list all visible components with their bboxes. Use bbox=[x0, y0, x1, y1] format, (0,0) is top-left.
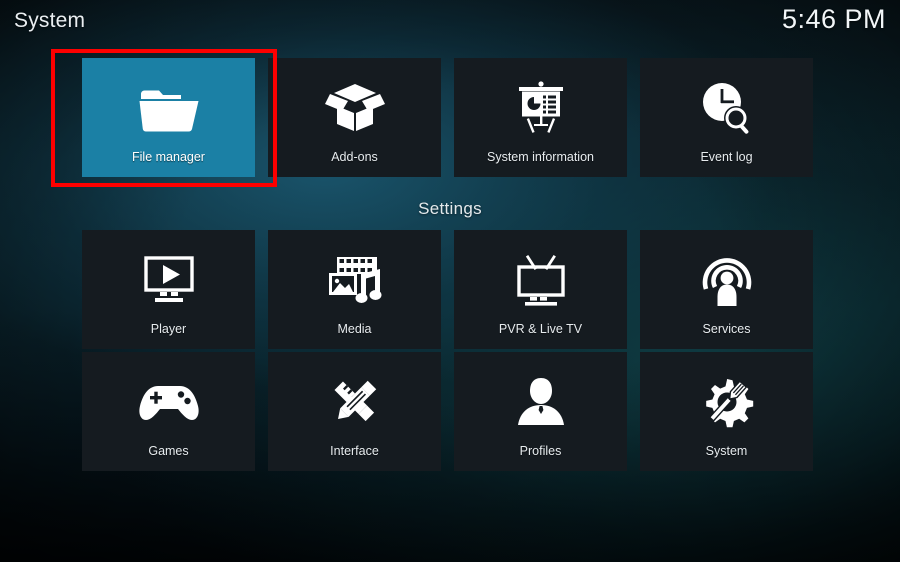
tile-interface[interactable]: Interface bbox=[268, 352, 441, 471]
person-bust-icon bbox=[454, 352, 627, 445]
settings-heading: Settings bbox=[418, 199, 482, 218]
tile-games[interactable]: Games bbox=[82, 352, 255, 471]
tile-label: Media bbox=[337, 322, 372, 337]
pencil-ruler-icon bbox=[268, 352, 441, 445]
broadcast-person-icon bbox=[640, 230, 813, 323]
tile-label: File manager bbox=[132, 150, 205, 165]
tile-label: System information bbox=[487, 150, 594, 165]
settings-row-2: Games Interface Profiles System bbox=[82, 352, 818, 471]
tile-profiles[interactable]: Profiles bbox=[454, 352, 627, 471]
tile-label: System bbox=[705, 444, 748, 459]
folder-icon bbox=[82, 58, 255, 151]
tile-label: Games bbox=[148, 444, 189, 459]
kodi-system-screen: System 5:46 PM File manager Add-ons Syst… bbox=[0, 0, 900, 562]
open-box-icon bbox=[268, 58, 441, 151]
top-bar: System 5:46 PM bbox=[0, 0, 900, 48]
clock-search-icon bbox=[640, 58, 813, 151]
gamepad-icon bbox=[82, 352, 255, 445]
tile-label: PVR & Live TV bbox=[498, 322, 583, 337]
tile-label: Event log bbox=[700, 150, 753, 165]
tile-label: Add-ons bbox=[331, 150, 378, 165]
tile-label: Interface bbox=[330, 444, 379, 459]
tile-file-manager[interactable]: File manager bbox=[82, 58, 255, 177]
tile-system-information[interactable]: System information bbox=[454, 58, 627, 177]
tile-event-log[interactable]: Event log bbox=[640, 58, 813, 177]
clock: 5:46 PM bbox=[781, 4, 886, 34]
top-tile-row: File manager Add-ons System information … bbox=[82, 58, 818, 177]
tile-services[interactable]: Services bbox=[640, 230, 813, 349]
tile-label: Services bbox=[702, 322, 751, 337]
tile-player[interactable]: Player bbox=[82, 230, 255, 349]
page-title: System bbox=[14, 9, 86, 32]
film-photo-music-icon bbox=[268, 230, 441, 323]
tile-pvr-live-tv[interactable]: PVR & Live TV bbox=[454, 230, 627, 349]
tile-system[interactable]: System bbox=[640, 352, 813, 471]
monitor-play-icon bbox=[82, 230, 255, 323]
tile-label: Profiles bbox=[519, 444, 562, 459]
presentation-chart-icon bbox=[454, 58, 627, 151]
television-antenna-icon bbox=[454, 230, 627, 323]
tile-label: Player bbox=[150, 322, 187, 337]
tile-add-ons[interactable]: Add-ons bbox=[268, 58, 441, 177]
tile-media[interactable]: Media bbox=[268, 230, 441, 349]
gear-tool-icon bbox=[640, 352, 813, 445]
settings-row-1: Player Media PVR & Live TV Services bbox=[82, 230, 818, 349]
